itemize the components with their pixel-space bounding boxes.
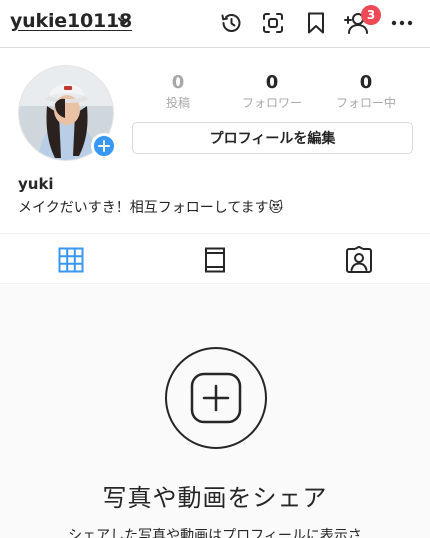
history-icon[interactable] xyxy=(218,10,244,36)
profile-bio: メイクだいすき！相互フォローしてます😻 xyxy=(18,200,284,216)
edit-profile-button[interactable]: プロフィールを編集 xyxy=(132,122,413,154)
profile-name: yuki xyxy=(18,175,54,193)
following-label: フォロー中 xyxy=(335,96,396,110)
profile-tabs xyxy=(0,233,430,284)
empty-state-subtitle: シェアした写真や動画はプロフィールに表示さ xyxy=(68,528,362,538)
plus-icon xyxy=(98,140,110,152)
following-count: 0 xyxy=(359,72,373,93)
chevron-down-icon[interactable] xyxy=(116,13,132,29)
grid-icon[interactable] xyxy=(56,245,86,275)
add-story-button[interactable] xyxy=(91,133,117,159)
empty-posts-area: 写真や動画をシェア シェアした写真や動画はプロフィールに表示さ xyxy=(0,285,430,538)
add-content-button[interactable] xyxy=(165,347,267,449)
top-bar: yukie10118 3 xyxy=(0,0,430,48)
username-switcher[interactable]: yukie10118 xyxy=(10,10,132,32)
notification-badge: 3 xyxy=(361,5,381,25)
more-icon[interactable] xyxy=(389,10,415,36)
posts-count: 0 xyxy=(171,72,185,93)
empty-state-title: 写真や動画をシェア xyxy=(102,484,328,512)
following-stat[interactable]: 0 フォロー中 xyxy=(318,72,414,112)
posts-label: 投稿 xyxy=(165,96,190,110)
followers-label: フォロワー xyxy=(241,96,302,110)
igtv-icon[interactable] xyxy=(200,245,230,275)
tagged-icon[interactable] xyxy=(344,245,374,275)
posts-stat: 0 投稿 xyxy=(130,72,226,112)
plus-square-icon xyxy=(190,372,242,424)
qr-scan-icon[interactable] xyxy=(260,10,286,36)
followers-count: 0 xyxy=(265,72,279,93)
followers-stat[interactable]: 0 フォロワー xyxy=(224,72,320,112)
bookmark-icon[interactable] xyxy=(303,10,329,36)
profile-avatar[interactable] xyxy=(18,65,117,161)
